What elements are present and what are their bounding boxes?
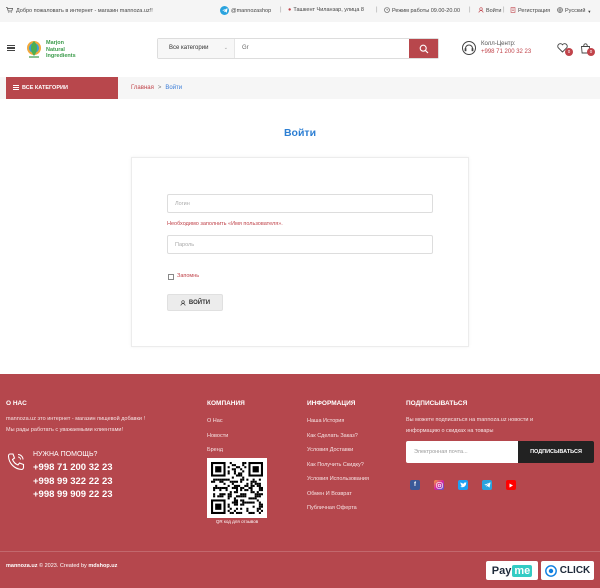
call-center: Колл-Центр: +998 71 200 32 23	[461, 40, 531, 58]
language-selector[interactable]: Русский ▼	[557, 7, 591, 15]
password-input[interactable]: Пароль	[167, 235, 433, 254]
user-icon	[180, 299, 186, 306]
breadcrumb: Главная > Войти	[131, 85, 182, 91]
divider: |	[376, 7, 378, 13]
twitter-icon[interactable]	[458, 480, 468, 490]
breadcrumb-current: Войти	[165, 85, 183, 91]
help-phones: +998 71 200 32 23 +998 99 322 22 23 +998…	[33, 461, 113, 502]
company-links: О Нас Новости Бренд	[207, 418, 228, 462]
page-title: Войти	[283, 127, 317, 139]
footer-link[interactable]: Как Сделать Заказ?	[307, 433, 369, 448]
clock-icon	[384, 7, 390, 15]
qr-code	[207, 458, 267, 518]
remember-checkbox[interactable]	[168, 274, 174, 280]
subscribe-email-input[interactable]: Электронная почта...	[406, 441, 518, 463]
info-title: ИНФОРМАЦИЯ	[307, 400, 356, 407]
divider: |	[469, 7, 471, 13]
click-logo-icon	[544, 564, 557, 577]
footer-link[interactable]: Обмен И Возврат	[307, 491, 369, 506]
company-title: КОМПАНИЯ	[207, 400, 245, 407]
search-button[interactable]	[409, 39, 438, 58]
footer-divider	[0, 551, 600, 552]
location-pin-icon: ●	[288, 7, 292, 13]
search-bar: Все категории ⌄ Gr	[157, 38, 439, 59]
all-categories-button[interactable]: ВСЕ КАТЕГОРИИ	[6, 77, 118, 99]
help-title: НУЖНА ПОМОЩЬ?	[33, 451, 98, 458]
help-phone[interactable]: +998 71 200 32 23	[33, 461, 113, 475]
cart-icon	[6, 7, 14, 15]
menu-icon[interactable]	[7, 45, 15, 52]
search-icon	[419, 44, 428, 53]
chevron-down-icon: ⌄	[223, 45, 228, 51]
footer-link[interactable]: Наша История	[307, 418, 369, 433]
subscribe-button[interactable]: ПОДПИСЫВАТЬСЯ	[518, 441, 594, 463]
logo-text: Marjon Natural Ingredients	[46, 40, 76, 59]
logo-mark-icon	[27, 41, 41, 58]
telegram-icon[interactable]	[482, 480, 492, 490]
logo[interactable]: Marjon Natural Ingredients	[26, 37, 88, 63]
help-phone[interactable]: +998 99 322 22 23	[33, 475, 113, 489]
instagram-icon[interactable]	[434, 480, 444, 490]
top-bar: Добро пожаловать в интернет - магазин ma…	[0, 0, 600, 22]
headset-icon	[462, 41, 476, 55]
phone-icon	[6, 452, 26, 474]
footer-link[interactable]: Публичная Оферта	[307, 505, 369, 520]
help-phone[interactable]: +998 99 909 22 23	[33, 488, 113, 502]
breadcrumb-separator: >	[157, 85, 162, 91]
register-icon	[510, 7, 516, 15]
breadcrumb-home[interactable]: Главная	[131, 85, 154, 91]
about-title: О НАС	[6, 400, 27, 407]
globe-icon	[557, 7, 563, 15]
register-link[interactable]: Регистрация	[510, 7, 550, 15]
divider: |	[280, 7, 282, 13]
footer-link[interactable]: Условия Доставки	[307, 447, 369, 462]
remember-label[interactable]: Запомнь	[177, 273, 199, 279]
menu-icon	[13, 85, 19, 99]
footer-link[interactable]: О Нас	[207, 418, 228, 433]
footer-link[interactable]: Как Получить Скидку?	[307, 462, 369, 477]
wishlist-button[interactable]: 0	[557, 43, 573, 56]
address: ● Ташкент Чиланзар, улица 8	[288, 7, 364, 13]
payme-logo: Pay me	[486, 561, 538, 580]
about-text: mannoza.uz это интернет - магазин пищево…	[6, 416, 146, 433]
divider: |	[503, 7, 505, 13]
youtube-icon[interactable]	[506, 480, 516, 490]
working-hours: Режим работы 09.00-20.00	[384, 7, 460, 15]
login-link[interactable]: Войти	[478, 7, 501, 15]
subscribe-title: ПОДПИСЫВАТЬСЯ	[406, 400, 468, 407]
cart-count-badge: 0	[587, 48, 595, 56]
click-logo: CLICK	[541, 561, 594, 580]
login-button[interactable]: ВОЙТИ	[167, 294, 223, 311]
wishlist-count-badge: 0	[565, 48, 573, 56]
telegram-link[interactable]: @mannozashop	[220, 6, 271, 15]
footer-link[interactable]: Условия Использования	[307, 476, 369, 491]
username-error: Необходимо заполнить «Имя пользователя».	[167, 221, 283, 227]
welcome-message: Добро пожаловать в интернет - магазин ma…	[6, 7, 153, 15]
welcome-text: Добро пожаловать в интернет - магазин ma…	[16, 8, 153, 14]
callcenter-phone[interactable]: +998 71 200 32 23	[481, 49, 531, 55]
user-icon	[478, 7, 484, 15]
telegram-icon	[220, 6, 229, 15]
facebook-icon[interactable]: f	[410, 480, 420, 490]
qr-caption: QR код для отзывов	[215, 519, 259, 524]
subscribe-text: Вы можете подписаться на mannoza.uz ново…	[406, 417, 534, 434]
cart-button[interactable]: 0	[580, 43, 595, 56]
copyright: mannoza.uz © 2023. Created by mdshop.uz	[6, 563, 118, 569]
footer-link[interactable]: Новости	[207, 433, 228, 448]
info-links: Наша История Как Сделать Заказ? Условия …	[307, 418, 369, 520]
search-category-select[interactable]: Все категории ⌄	[158, 39, 235, 58]
search-input[interactable]: Gr	[242, 45, 249, 51]
chevron-down-icon: ▼	[587, 8, 592, 14]
username-input[interactable]: Логин	[167, 194, 433, 213]
